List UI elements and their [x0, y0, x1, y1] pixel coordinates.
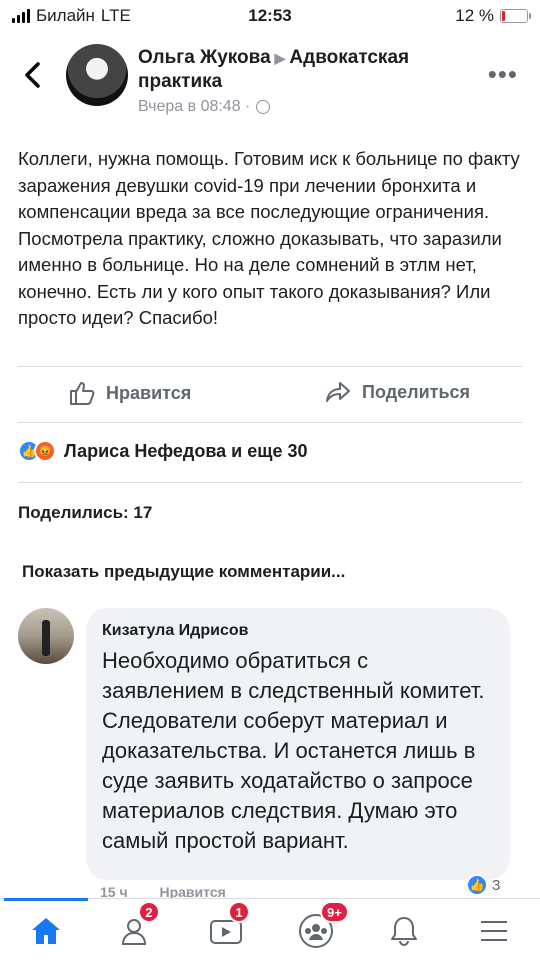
divider: [18, 482, 522, 483]
comment-footer: 15 ч Нравится: [100, 884, 254, 898]
post-timestamp: Вчера в 08:48 ·: [138, 98, 468, 116]
more-options-button[interactable]: •••: [488, 61, 518, 87]
reactions-summary[interactable]: 👍 😡 Лариса Нефедова и еще 30: [18, 440, 307, 462]
nav-watch[interactable]: 1: [206, 901, 250, 951]
play-arrow-icon: ▶: [274, 50, 286, 66]
chevron-left-icon: [25, 62, 40, 88]
active-tab-indicator: [4, 898, 88, 901]
like-label: Нравится: [106, 382, 192, 403]
nav-menu[interactable]: [474, 911, 514, 951]
like-button[interactable]: Нравится: [68, 380, 191, 406]
battery-percent: 12 %: [455, 6, 494, 25]
bell-icon: [391, 917, 417, 947]
show-previous-comments[interactable]: Показать предыдущие комментарии...: [22, 562, 345, 582]
author-avatar[interactable]: [66, 44, 128, 106]
commenter-avatar[interactable]: [18, 608, 74, 664]
divider: [18, 422, 522, 423]
watch-badge: 1: [228, 901, 250, 923]
post-meta: Ольга Жукова ▶ Адвокатская практика Вчера …: [138, 46, 468, 116]
nav-home[interactable]: [26, 911, 66, 951]
comment-bubble: Кизатула Идрисов Необходимо обратиться с…: [86, 608, 510, 880]
post-actions: Нравится Поделиться: [0, 370, 540, 422]
menu-icon: [481, 921, 507, 941]
author-name[interactable]: Ольга Жукова: [138, 47, 271, 68]
status-right: 12 %: [455, 6, 531, 26]
comment-time: 15 ч: [100, 884, 128, 898]
globe-icon: [256, 100, 271, 114]
comment-author[interactable]: Кизатула Идрисов: [102, 622, 494, 640]
friends-badge: 2: [138, 901, 160, 923]
comment-like-button[interactable]: Нравится: [159, 884, 225, 898]
post-text: Коллеги, нужна помощь. Готовим иск к бол…: [18, 148, 520, 328]
like-reaction-icon: 👍: [466, 874, 488, 896]
battery-icon: [500, 9, 531, 23]
share-arrow-icon: [326, 382, 350, 402]
post-title: Ольга Жукова ▶ Адвокатская практика: [138, 46, 468, 94]
nav-notifications[interactable]: [384, 911, 424, 951]
share-label: Поделиться: [362, 381, 471, 402]
comment-likes-count: 3: [492, 876, 501, 894]
bottom-nav: 2 1 9+: [0, 898, 540, 960]
share-button[interactable]: Поделиться: [324, 380, 470, 404]
comment-text: Необходимо обратиться с заявлением в сле…: [102, 648, 485, 853]
divider: [18, 366, 522, 367]
nav-friends[interactable]: 2: [114, 901, 160, 951]
thumbs-up-icon: [70, 382, 95, 405]
back-button[interactable]: [18, 58, 48, 92]
angry-reaction-icon: 😡: [34, 440, 56, 462]
shares-count[interactable]: Поделились: 17: [18, 503, 152, 523]
reactions-text: Лариса Нефедова и еще 30: [64, 440, 308, 461]
groups-badge: 9+: [320, 901, 349, 923]
nav-groups[interactable]: 9+: [296, 901, 349, 951]
status-bar: Билайн LTE 12:53 12 %: [0, 0, 540, 34]
battery-fill: [502, 11, 505, 21]
comment-likes[interactable]: 👍 3: [466, 874, 500, 896]
home-icon: [32, 918, 60, 944]
post-time-text[interactable]: Вчера в 08:48 ·: [138, 98, 250, 116]
